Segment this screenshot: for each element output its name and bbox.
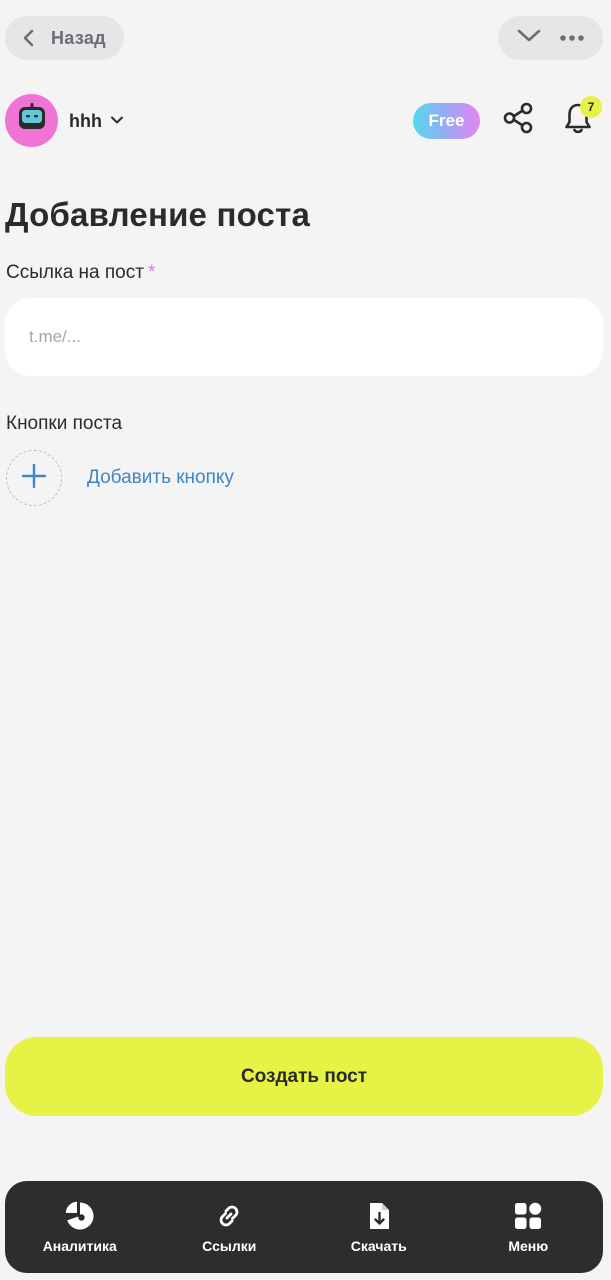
nav-item-analytics[interactable]: Аналитика <box>5 1181 155 1273</box>
pie-chart-icon <box>64 1200 96 1232</box>
window-controls <box>498 16 603 60</box>
chevron-down-icon <box>110 112 124 130</box>
add-button-link[interactable]: Добавить кнопку <box>87 467 234 489</box>
link-icon <box>213 1200 245 1232</box>
bot-switcher[interactable]: hhh <box>69 108 124 134</box>
add-post-screen: Назад hhh Free 7 Добавление поста Ссылка… <box>0 0 611 1280</box>
create-post-button[interactable]: Создать пост <box>5 1037 603 1116</box>
post-link-input[interactable] <box>5 298 603 376</box>
back-button[interactable]: Назад <box>5 16 124 60</box>
bottom-nav: Аналитика Ссылки Скачать Меню <box>5 1181 603 1273</box>
more-button[interactable] <box>552 18 592 58</box>
plan-badge[interactable]: Free <box>413 103 480 139</box>
more-horizontal-icon <box>559 29 585 47</box>
nav-item-links[interactable]: Ссылки <box>155 1181 305 1273</box>
nav-item-label: Аналитика <box>42 1238 117 1254</box>
notifications-count-badge: 7 <box>580 96 602 118</box>
required-mark: * <box>147 262 156 283</box>
add-button-circle[interactable] <box>6 450 62 506</box>
chevron-down-icon <box>516 28 542 49</box>
nav-item-label: Ссылки <box>202 1238 257 1254</box>
link-field-label: Ссылка на пост * <box>6 262 155 284</box>
nav-item-menu[interactable]: Меню <box>454 1181 604 1273</box>
plan-badge-label: Free <box>428 111 465 130</box>
back-label: Назад <box>51 27 106 48</box>
bot-avatar[interactable] <box>5 94 58 147</box>
collapse-button[interactable] <box>509 18 549 58</box>
share-button[interactable] <box>498 100 538 140</box>
grid-menu-icon <box>512 1200 544 1232</box>
post-buttons-label: Кнопки поста <box>6 413 123 434</box>
nav-item-download[interactable]: Скачать <box>304 1181 454 1273</box>
plus-icon <box>20 462 48 495</box>
share-icon <box>501 101 535 140</box>
chevron-left-icon <box>19 28 39 48</box>
top-bar: Назад <box>0 0 611 76</box>
page-title: Добавление поста <box>5 196 311 233</box>
nav-item-label: Меню <box>508 1238 549 1254</box>
download-file-icon <box>363 1200 395 1232</box>
bot-name: hhh <box>69 110 102 131</box>
robot-icon <box>15 101 49 140</box>
link-field-label-text: Ссылка на пост <box>6 262 144 283</box>
nav-item-label: Скачать <box>350 1238 407 1254</box>
